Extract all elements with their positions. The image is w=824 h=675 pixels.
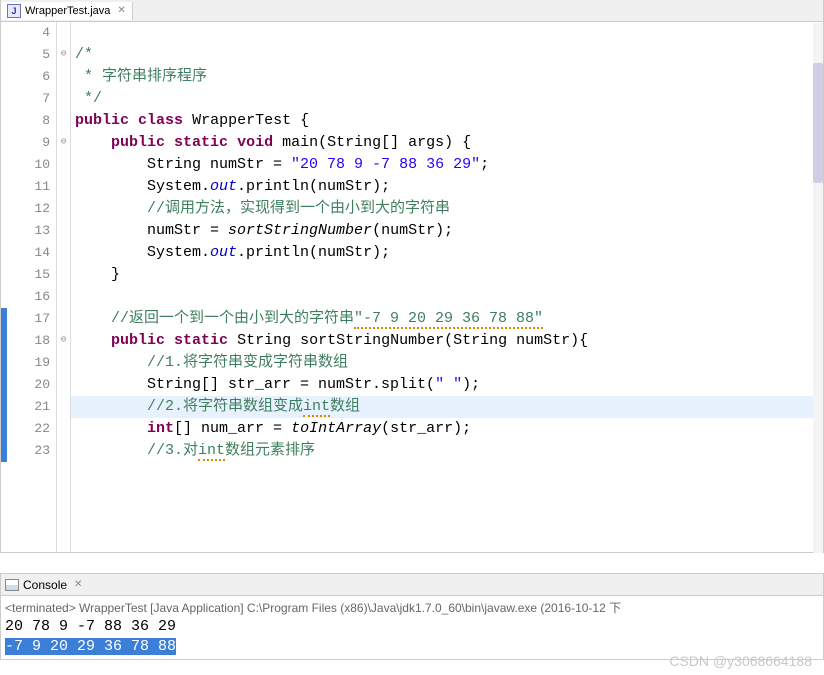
scrollbar-thumb[interactable] bbox=[813, 63, 823, 183]
code-line[interactable]: */ bbox=[71, 88, 823, 110]
code-line[interactable]: System.out.println(numStr); bbox=[71, 242, 823, 264]
editor-tab-bar: J WrapperTest.java ✕ bbox=[1, 0, 823, 22]
fold-toggle-icon[interactable]: ⊖ bbox=[57, 132, 70, 154]
console-tab-bar: Console ✕ bbox=[1, 574, 823, 596]
line-number: 15 bbox=[7, 264, 50, 286]
code-line[interactable]: //2.将字符串数组变成int数组 bbox=[71, 396, 823, 418]
code-line[interactable]: //返回一个到一个由小到大的字符串"-7 9 20 29 36 78 88" bbox=[71, 308, 823, 330]
close-icon[interactable]: ✕ bbox=[117, 5, 125, 16]
code-line[interactable]: numStr = sortStringNumber(numStr); bbox=[71, 220, 823, 242]
close-icon[interactable]: ✕ bbox=[74, 579, 82, 590]
console-output-line: 20 78 9 -7 88 36 29 bbox=[5, 617, 819, 637]
code-editor[interactable]: 4567891011121314151617181920212223 ⊖ ⊖ ⊖ /… bbox=[1, 22, 823, 552]
fold-toggle-icon[interactable]: ⊖ bbox=[57, 44, 70, 66]
line-number: 5 bbox=[7, 44, 50, 66]
editor-panel: J WrapperTest.java ✕ 4567891011121314151… bbox=[0, 0, 824, 553]
fold-spacer bbox=[57, 176, 70, 198]
code-line[interactable]: * 字符串排序程序 bbox=[71, 66, 823, 88]
line-number: 10 bbox=[7, 154, 50, 176]
code-line[interactable]: //3.对int数组元素排序 bbox=[71, 440, 823, 462]
fold-spacer bbox=[57, 418, 70, 440]
code-line[interactable]: String[] str_arr = numStr.split(" "); bbox=[71, 374, 823, 396]
code-line[interactable]: public static String sortStringNumber(St… bbox=[71, 330, 823, 352]
code-line[interactable]: } bbox=[71, 264, 823, 286]
line-number: 7 bbox=[7, 88, 50, 110]
fold-spacer bbox=[57, 198, 70, 220]
console-tab-label[interactable]: Console bbox=[23, 578, 67, 592]
line-number: 14 bbox=[7, 242, 50, 264]
line-number: 11 bbox=[7, 176, 50, 198]
line-number: 13 bbox=[7, 220, 50, 242]
fold-toggle-icon[interactable]: ⊖ bbox=[57, 330, 70, 352]
line-number: 23 bbox=[7, 440, 50, 462]
code-line[interactable]: public static void main(String[] args) { bbox=[71, 132, 823, 154]
line-number: 12 bbox=[7, 198, 50, 220]
line-number: 18 bbox=[7, 330, 50, 352]
line-number: 16 bbox=[7, 286, 50, 308]
code-line[interactable]: String numStr = "20 78 9 -7 88 36 29"; bbox=[71, 154, 823, 176]
fold-spacer bbox=[57, 88, 70, 110]
line-number: 4 bbox=[7, 22, 50, 44]
fold-spacer bbox=[57, 22, 70, 44]
line-number: 21 bbox=[7, 396, 50, 418]
tab-filename: WrapperTest.java bbox=[25, 5, 110, 17]
console-icon bbox=[5, 579, 19, 591]
selected-output-text: -7 9 20 29 36 78 88 bbox=[5, 638, 176, 655]
code-line[interactable]: System.out.println(numStr); bbox=[71, 176, 823, 198]
vertical-scrollbar[interactable] bbox=[813, 23, 823, 552]
console-panel: Console ✕ <terminated> WrapperTest [Java… bbox=[0, 573, 824, 660]
fold-spacer bbox=[57, 154, 70, 176]
line-number: 19 bbox=[7, 352, 50, 374]
console-content[interactable]: <terminated> WrapperTest [Java Applicati… bbox=[1, 596, 823, 659]
editor-tab-active[interactable]: J WrapperTest.java ✕ bbox=[1, 2, 133, 20]
line-number: 9 bbox=[7, 132, 50, 154]
code-line[interactable]: //调用方法，实现得到一个由小到大的字符串 bbox=[71, 198, 823, 220]
line-number-gutter: 4567891011121314151617181920212223 bbox=[7, 22, 57, 552]
console-output-line: -7 9 20 29 36 78 88 bbox=[5, 637, 819, 657]
code-content[interactable]: /* * 字符串排序程序 */public class WrapperTest … bbox=[71, 22, 823, 552]
fold-gutter: ⊖ ⊖ ⊖ bbox=[57, 22, 71, 552]
fold-spacer bbox=[57, 374, 70, 396]
fold-spacer bbox=[57, 110, 70, 132]
fold-spacer bbox=[57, 440, 70, 462]
code-line[interactable]: /* bbox=[71, 44, 823, 66]
fold-spacer bbox=[57, 308, 70, 330]
java-file-icon: J bbox=[7, 4, 21, 18]
code-line[interactable]: public class WrapperTest { bbox=[71, 110, 823, 132]
code-line[interactable] bbox=[71, 22, 823, 44]
fold-spacer bbox=[57, 286, 70, 308]
line-number: 6 bbox=[7, 66, 50, 88]
fold-spacer bbox=[57, 242, 70, 264]
line-number: 22 bbox=[7, 418, 50, 440]
fold-spacer bbox=[57, 352, 70, 374]
code-line[interactable]: //1.将字符串变成字符串数组 bbox=[71, 352, 823, 374]
fold-spacer bbox=[57, 264, 70, 286]
fold-spacer bbox=[57, 396, 70, 418]
console-process-info: <terminated> WrapperTest [Java Applicati… bbox=[5, 598, 819, 617]
fold-spacer bbox=[57, 220, 70, 242]
line-number: 8 bbox=[7, 110, 50, 132]
fold-spacer bbox=[57, 66, 70, 88]
code-line[interactable] bbox=[71, 286, 823, 308]
code-line[interactable]: int[] num_arr = toIntArray(str_arr); bbox=[71, 418, 823, 440]
line-number: 20 bbox=[7, 374, 50, 396]
line-number: 17 bbox=[7, 308, 50, 330]
